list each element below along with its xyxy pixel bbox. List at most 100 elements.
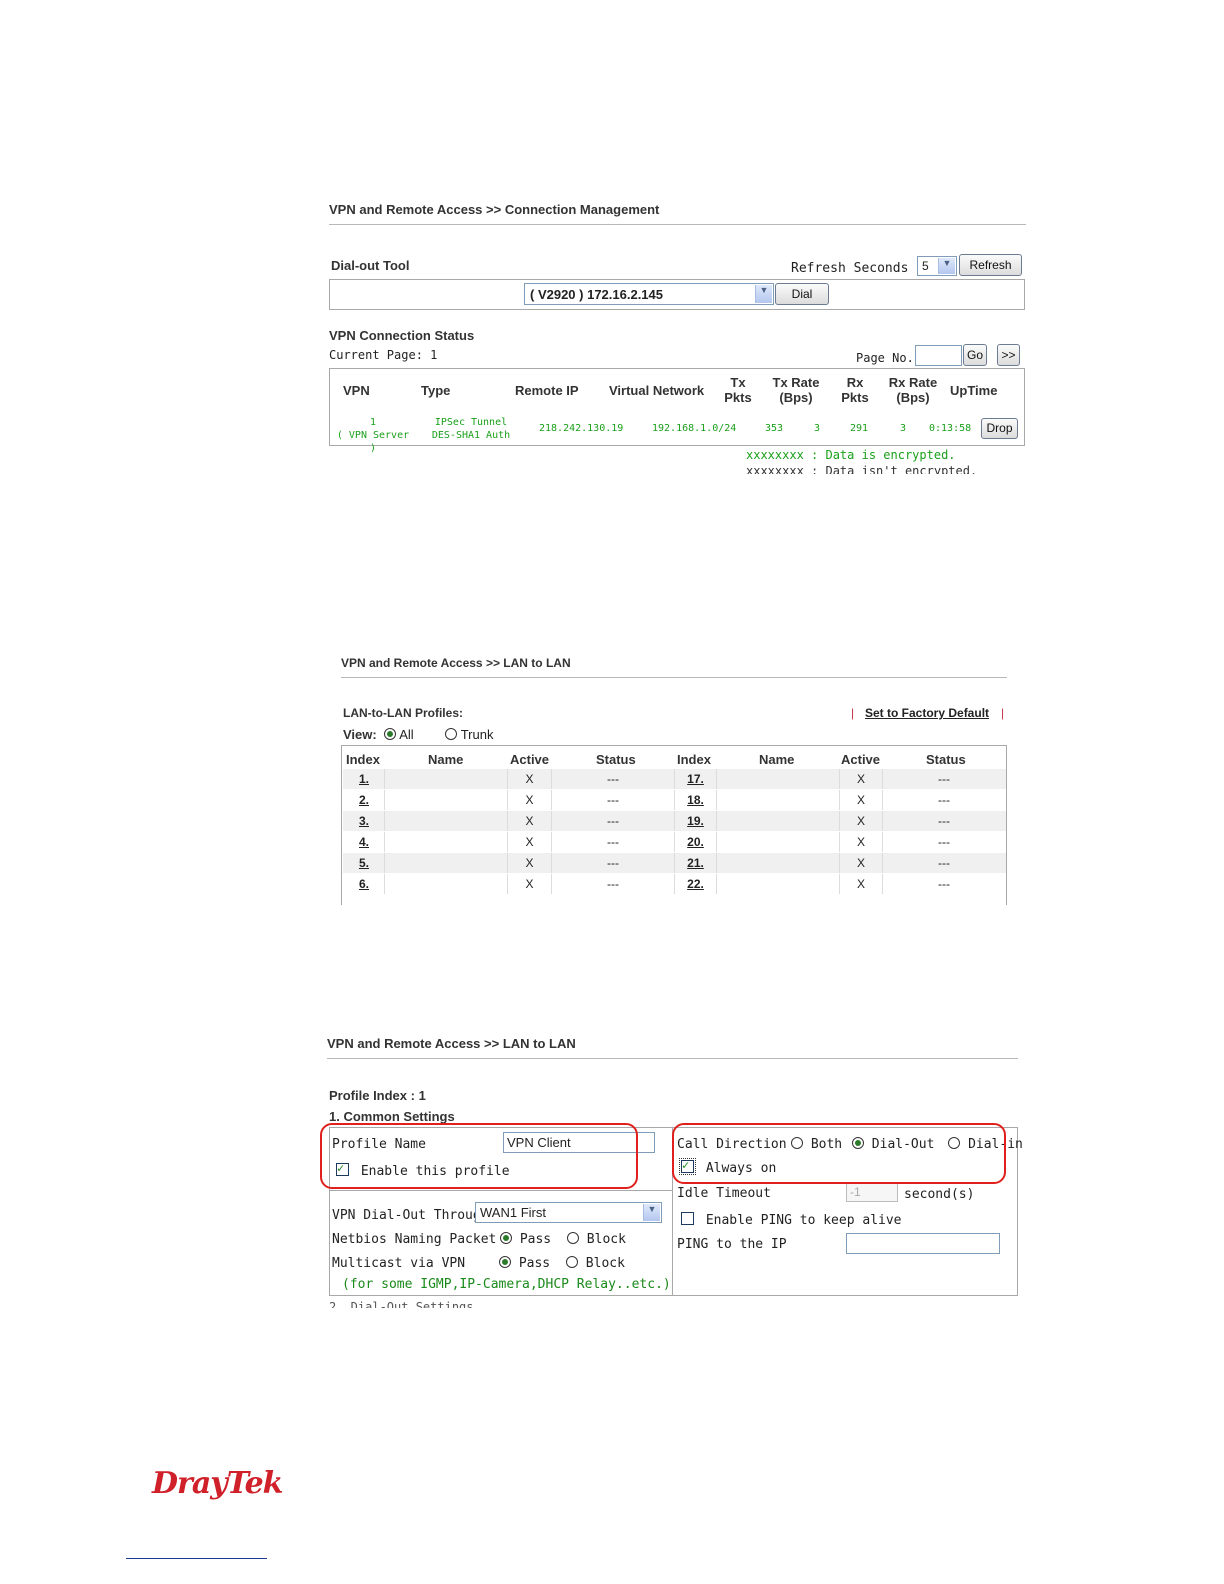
col-rx-pkts-line1: Rx [846, 375, 864, 390]
table-row: 6. X --- 22. X --- [343, 874, 1006, 894]
multicast-options: Pass Block [499, 1256, 625, 1271]
grid-line [716, 874, 717, 894]
refresh-button[interactable]: Refresh [959, 254, 1022, 276]
tx-rate-cell: 3 [814, 423, 821, 434]
connection-management-title: VPN and Remote Access >> Connection Mana… [329, 202, 660, 217]
ping-ip-input[interactable] [846, 1233, 1000, 1254]
right-active: X [856, 772, 865, 786]
profile-editor-title: VPN and Remote Access >> LAN to LAN [327, 1036, 576, 1051]
left-status: --- [607, 814, 619, 828]
dialout-profile-select[interactable]: ( V2920 ) 172.16.2.145 ▼ [524, 283, 774, 305]
netbios-block-radio[interactable] [566, 1232, 579, 1244]
lan-profiles-label: LAN-to-LAN Profiles: [343, 706, 463, 720]
col-type: Type [421, 383, 451, 398]
col-uptime: UpTime [950, 383, 998, 398]
profile-index: Profile Index : 1 [329, 1088, 426, 1103]
grid-line [716, 790, 717, 810]
right-index-link[interactable]: 19. [675, 814, 716, 828]
dialout-through-label: VPN Dial-Out Through [332, 1208, 489, 1223]
refresh-seconds-label: Refresh Seconds : [791, 261, 925, 276]
tunnel-type: IPSec Tunnel [434, 417, 508, 428]
highlight-call-direction [672, 1123, 1006, 1184]
chevron-down-icon: ▼ [643, 1204, 660, 1221]
right-index-link[interactable]: 17. [675, 772, 716, 786]
factory-default-link[interactable]: Set to Factory Default [865, 706, 989, 720]
multicast-block-label: Block [585, 1256, 625, 1271]
vpn-role: ( VPN Server ) [336, 430, 410, 454]
idle-timeout-label: Idle Timeout [677, 1186, 771, 1201]
footer-rule [126, 1558, 267, 1559]
enable-ping-checkbox[interactable] [681, 1212, 694, 1225]
multicast-pass-radio[interactable] [499, 1256, 511, 1268]
highlight-profile-name [320, 1123, 638, 1189]
col-index-left: Index [346, 752, 380, 767]
go-button[interactable]: Go [963, 344, 987, 366]
right-active: X [856, 877, 865, 891]
col-tx-pkts-line2: Pkts [724, 390, 752, 405]
dialout-through-select[interactable]: WAN1 First ▼ [475, 1202, 662, 1223]
page-no-input[interactable] [915, 345, 962, 366]
left-index-link[interactable]: 2. [343, 793, 385, 807]
vpn-cell: 1 ( VPN Server ) [333, 416, 413, 455]
ping-ip-label: PING to the IP [677, 1237, 787, 1252]
left-active: X [525, 772, 534, 786]
col-index-right: Index [677, 752, 711, 767]
view-filter: View: All Trunk [343, 727, 493, 742]
right-status: --- [938, 793, 950, 807]
left-index-link[interactable]: 4. [343, 835, 385, 849]
rx-pkts-cell: 291 [850, 423, 869, 434]
left-active: X [525, 835, 534, 849]
right-status: --- [938, 814, 950, 828]
right-index-link[interactable]: 22. [675, 877, 716, 891]
view-all-radio[interactable] [384, 728, 397, 740]
left-status: --- [607, 835, 619, 849]
col-virtual-network: Virtual Network [609, 383, 705, 398]
right-index-link[interactable]: 20. [675, 835, 716, 849]
virtual-network-cell: 192.168.1.0/24 [652, 423, 737, 434]
col-tx-rate: Tx Rate (Bps) [766, 375, 826, 405]
multicast-note: (for some IGMP,IP-Camera,DHCP Relay..etc… [342, 1277, 671, 1292]
title-divider [329, 224, 1026, 225]
left-index-link[interactable]: 6. [343, 877, 385, 891]
chevron-down-icon: ▼ [755, 285, 772, 303]
current-page-label: Current Page: 1 [329, 348, 438, 362]
left-index-link[interactable]: 1. [343, 772, 385, 786]
idle-timeout-value: -1 [850, 1185, 861, 1199]
col-active-right: Active [841, 752, 881, 767]
multicast-label: Multicast via VPN [332, 1256, 466, 1271]
enable-ping-label: Enable PING to keep alive [705, 1213, 902, 1228]
netbios-pass-label: Pass [519, 1232, 552, 1247]
dial-button[interactable]: Dial [775, 283, 829, 305]
view-all-label: All [399, 727, 414, 742]
right-index-link[interactable]: 18. [675, 793, 716, 807]
table-row: 1. X --- 17. X --- [343, 769, 1006, 789]
col-rx-rate: Rx Rate (Bps) [883, 375, 943, 405]
dialout-through-value: WAN1 First [480, 1205, 546, 1220]
col-rx-rate-line1: Rx Rate [888, 375, 938, 390]
grid-line [716, 811, 717, 831]
right-index-link[interactable]: 21. [675, 856, 716, 870]
vpn-connection-status-title: VPN Connection Status [329, 328, 475, 343]
left-status: --- [607, 793, 619, 807]
dialout-profile-value: ( V2920 ) 172.16.2.145 [530, 287, 663, 302]
left-active: X [525, 793, 534, 807]
table-row: 2. X --- 18. X --- [343, 790, 1006, 810]
left-index-link[interactable]: 5. [343, 856, 385, 870]
right-status: --- [938, 772, 950, 786]
page-no-label: Page No. [856, 351, 914, 365]
col-status-left: Status [596, 752, 636, 767]
idle-timeout-input[interactable]: -1 [846, 1182, 898, 1202]
left-index-link[interactable]: 3. [343, 814, 385, 828]
netbios-pass-radio[interactable] [500, 1232, 512, 1244]
refresh-seconds-select[interactable]: 5 ▼ [917, 256, 957, 276]
right-active: X [856, 856, 865, 870]
vpn-number: 1 [369, 417, 377, 428]
next-page-button[interactable]: >> [997, 344, 1020, 366]
view-trunk-radio[interactable] [445, 728, 458, 740]
multicast-pass-label: Pass [518, 1256, 551, 1271]
multicast-block-radio[interactable] [565, 1256, 578, 1268]
drop-button[interactable]: Drop [981, 418, 1018, 439]
col-tx-rate-line2: (Bps) [779, 390, 813, 405]
tx-pkts-cell: 353 [765, 423, 784, 434]
grid-line [716, 832, 717, 852]
